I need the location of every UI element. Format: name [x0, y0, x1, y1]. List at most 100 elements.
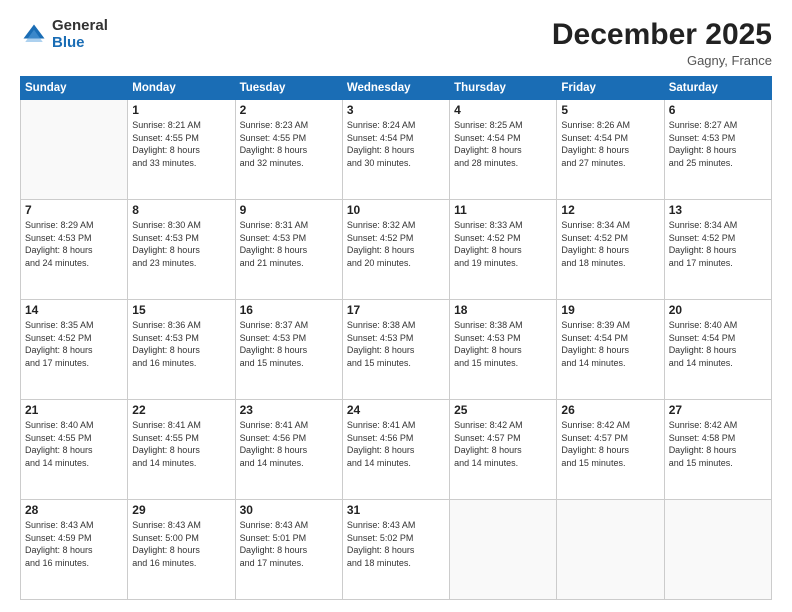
calendar-cell: 13 Sunrise: 8:34 AMSunset: 4:52 PMDayligh…: [664, 200, 771, 300]
day-info: Sunrise: 8:23 AMSunset: 4:55 PMDaylight:…: [240, 119, 338, 169]
day-number: 11: [454, 203, 552, 217]
month-title: December 2025: [552, 18, 772, 51]
day-number: 21: [25, 403, 123, 417]
day-info: Sunrise: 8:34 AMSunset: 4:52 PMDaylight:…: [561, 219, 659, 269]
weekday-header: Saturday: [664, 77, 771, 100]
calendar-week-row: 28 Sunrise: 8:43 AMSunset: 4:59 PMDayligh…: [21, 500, 772, 600]
logo: General Blue: [20, 18, 108, 51]
day-info: Sunrise: 8:39 AMSunset: 4:54 PMDaylight:…: [561, 319, 659, 369]
calendar-cell: 29 Sunrise: 8:43 AMSunset: 5:00 PMDayligh…: [128, 500, 235, 600]
day-info: Sunrise: 8:43 AMSunset: 4:59 PMDaylight:…: [25, 519, 123, 569]
calendar-cell: 6 Sunrise: 8:27 AMSunset: 4:53 PMDaylight…: [664, 100, 771, 200]
day-number: 2: [240, 103, 338, 117]
day-info: Sunrise: 8:41 AMSunset: 4:56 PMDaylight:…: [240, 419, 338, 469]
day-info: Sunrise: 8:38 AMSunset: 4:53 PMDaylight:…: [454, 319, 552, 369]
calendar-cell: 9 Sunrise: 8:31 AMSunset: 4:53 PMDaylight…: [235, 200, 342, 300]
day-number: 4: [454, 103, 552, 117]
day-info: Sunrise: 8:41 AMSunset: 4:56 PMDaylight:…: [347, 419, 445, 469]
day-info: Sunrise: 8:29 AMSunset: 4:53 PMDaylight:…: [25, 219, 123, 269]
calendar-cell: 8Sunrise: 8:30 AMSunset: 4:53 PMDaylight…: [128, 200, 235, 300]
day-number: 26: [561, 403, 659, 417]
day-info: Sunrise: 8:38 AMSunset: 4:53 PMDaylight:…: [347, 319, 445, 369]
calendar-cell: 18 Sunrise: 8:38 AMSunset: 4:53 PMDayligh…: [450, 300, 557, 400]
day-info: Sunrise: 8:25 AMSunset: 4:54 PMDaylight:…: [454, 119, 552, 169]
day-number: 23: [240, 403, 338, 417]
day-info: Sunrise: 8:34 AMSunset: 4:52 PMDaylight:…: [669, 219, 767, 269]
calendar-cell: 27 Sunrise: 8:42 AMSunset: 4:58 PMDayligh…: [664, 400, 771, 500]
day-info: Sunrise: 8:43 AMSunset: 5:00 PMDaylight:…: [132, 519, 230, 569]
calendar-cell: 28 Sunrise: 8:43 AMSunset: 4:59 PMDayligh…: [21, 500, 128, 600]
day-number: 16: [240, 303, 338, 317]
calendar-cell: 12Sunrise: 8:34 AMSunset: 4:52 PMDayligh…: [557, 200, 664, 300]
calendar-week-row: 21 Sunrise: 8:40 AMSunset: 4:55 PMDayligh…: [21, 400, 772, 500]
day-info: Sunrise: 8:24 AMSunset: 4:54 PMDaylight:…: [347, 119, 445, 169]
day-info: Sunrise: 8:42 AMSunset: 4:58 PMDaylight:…: [669, 419, 767, 469]
calendar-cell: 10 Sunrise: 8:32 AMSunset: 4:52 PMDayligh…: [342, 200, 449, 300]
calendar-cell: 7 Sunrise: 8:29 AMSunset: 4:53 PMDaylight…: [21, 200, 128, 300]
calendar-cell: 22 Sunrise: 8:41 AMSunset: 4:55 PMDayligh…: [128, 400, 235, 500]
day-number: 24: [347, 403, 445, 417]
calendar-cell: 20Sunrise: 8:40 AMSunset: 4:54 PMDayligh…: [664, 300, 771, 400]
calendar-cell: 5Sunrise: 8:26 AMSunset: 4:54 PMDaylight…: [557, 100, 664, 200]
calendar-cell: 19Sunrise: 8:39 AMSunset: 4:54 PMDayligh…: [557, 300, 664, 400]
calendar-cell: 1 Sunrise: 8:21 AMSunset: 4:55 PMDaylight…: [128, 100, 235, 200]
logo-general: General: [52, 18, 108, 35]
day-number: 25: [454, 403, 552, 417]
day-number: 1: [132, 103, 230, 117]
calendar-week-row: 1 Sunrise: 8:21 AMSunset: 4:55 PMDaylight…: [21, 100, 772, 200]
day-info: Sunrise: 8:36 AMSunset: 4:53 PMDaylight:…: [132, 319, 230, 369]
logo-text: General Blue: [52, 18, 108, 51]
day-number: 7: [25, 203, 123, 217]
header: General Blue December 2025 Gagny, France: [20, 18, 772, 68]
weekday-header: Sunday: [21, 77, 128, 100]
calendar-cell: 11 Sunrise: 8:33 AMSunset: 4:52 PMDayligh…: [450, 200, 557, 300]
day-number: 6: [669, 103, 767, 117]
day-info: Sunrise: 8:40 AMSunset: 4:54 PMDaylight:…: [669, 319, 767, 369]
day-number: 14: [25, 303, 123, 317]
day-number: 17: [347, 303, 445, 317]
day-number: 13: [669, 203, 767, 217]
day-number: 15: [132, 303, 230, 317]
calendar-cell: 15 Sunrise: 8:36 AMSunset: 4:53 PMDayligh…: [128, 300, 235, 400]
day-info: Sunrise: 8:31 AMSunset: 4:53 PMDaylight:…: [240, 219, 338, 269]
logo-blue: Blue: [52, 35, 108, 52]
calendar-cell: 14 Sunrise: 8:35 AMSunset: 4:52 PMDayligh…: [21, 300, 128, 400]
day-info: Sunrise: 8:27 AMSunset: 4:53 PMDaylight:…: [669, 119, 767, 169]
day-number: 9: [240, 203, 338, 217]
weekday-header-row: SundayMondayTuesdayWednesdayThursdayFrid…: [21, 77, 772, 100]
day-number: 8: [132, 203, 230, 217]
calendar-page: General Blue December 2025 Gagny, France…: [0, 0, 792, 612]
calendar-cell: 21 Sunrise: 8:40 AMSunset: 4:55 PMDayligh…: [21, 400, 128, 500]
day-info: Sunrise: 8:32 AMSunset: 4:52 PMDaylight:…: [347, 219, 445, 269]
day-info: Sunrise: 8:43 AMSunset: 5:02 PMDaylight:…: [347, 519, 445, 569]
day-number: 22: [132, 403, 230, 417]
day-number: 18: [454, 303, 552, 317]
calendar-cell: 4 Sunrise: 8:25 AMSunset: 4:54 PMDaylight…: [450, 100, 557, 200]
day-info: Sunrise: 8:37 AMSunset: 4:53 PMDaylight:…: [240, 319, 338, 369]
calendar-cell: 17 Sunrise: 8:38 AMSunset: 4:53 PMDayligh…: [342, 300, 449, 400]
day-info: Sunrise: 8:33 AMSunset: 4:52 PMDaylight:…: [454, 219, 552, 269]
weekday-header: Thursday: [450, 77, 557, 100]
day-number: 10: [347, 203, 445, 217]
calendar-cell: 26Sunrise: 8:42 AMSunset: 4:57 PMDayligh…: [557, 400, 664, 500]
day-info: Sunrise: 8:43 AMSunset: 5:01 PMDaylight:…: [240, 519, 338, 569]
day-number: 28: [25, 503, 123, 517]
day-info: Sunrise: 8:42 AMSunset: 4:57 PMDaylight:…: [454, 419, 552, 469]
calendar-cell: 3Sunrise: 8:24 AMSunset: 4:54 PMDaylight…: [342, 100, 449, 200]
day-number: 31: [347, 503, 445, 517]
calendar-cell: 31 Sunrise: 8:43 AMSunset: 5:02 PMDayligh…: [342, 500, 449, 600]
calendar-cell: 30Sunrise: 8:43 AMSunset: 5:01 PMDayligh…: [235, 500, 342, 600]
calendar-week-row: 7 Sunrise: 8:29 AMSunset: 4:53 PMDaylight…: [21, 200, 772, 300]
weekday-header: Monday: [128, 77, 235, 100]
calendar-table: SundayMondayTuesdayWednesdayThursdayFrid…: [20, 76, 772, 600]
weekday-header: Friday: [557, 77, 664, 100]
calendar-cell: 16 Sunrise: 8:37 AMSunset: 4:53 PMDayligh…: [235, 300, 342, 400]
day-number: 27: [669, 403, 767, 417]
location: Gagny, France: [552, 53, 772, 68]
day-info: Sunrise: 8:40 AMSunset: 4:55 PMDaylight:…: [25, 419, 123, 469]
day-number: 29: [132, 503, 230, 517]
day-info: Sunrise: 8:41 AMSunset: 4:55 PMDaylight:…: [132, 419, 230, 469]
calendar-cell: 24 Sunrise: 8:41 AMSunset: 4:56 PMDayligh…: [342, 400, 449, 500]
day-info: Sunrise: 8:21 AMSunset: 4:55 PMDaylight:…: [132, 119, 230, 169]
day-info: Sunrise: 8:35 AMSunset: 4:52 PMDaylight:…: [25, 319, 123, 369]
